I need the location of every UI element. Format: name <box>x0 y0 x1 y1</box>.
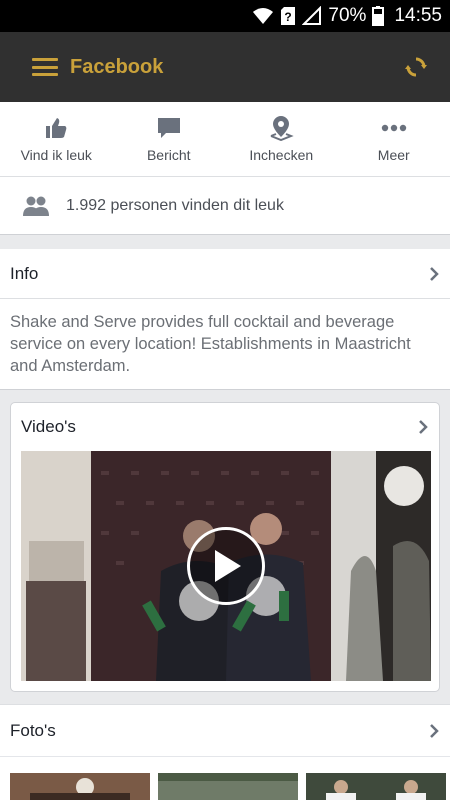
photo-thumbnail[interactable] <box>306 773 446 800</box>
videos-card: Video's <box>10 402 440 692</box>
videos-title: Video's <box>21 417 76 436</box>
photo-thumbnail[interactable] <box>10 773 150 800</box>
people-icon <box>22 195 50 217</box>
battery-icon <box>372 6 385 26</box>
photos-strip <box>0 756 450 800</box>
photos-title: Foto's <box>10 720 56 740</box>
like-button-label: Vind ik leuk <box>20 147 92 163</box>
photos-section-header[interactable]: Foto's <box>0 704 450 756</box>
thumbs-up-icon <box>44 115 68 141</box>
checkin-button-label: Inchecken <box>249 147 314 163</box>
more-dots-icon <box>381 115 407 141</box>
likes-count-text: 1.992 personen vinden dit leuk <box>66 196 284 214</box>
play-icon <box>215 550 241 582</box>
signal-icon <box>302 6 322 25</box>
info-section-header[interactable]: Info <box>0 249 450 299</box>
more-button-label: Meer <box>377 147 410 163</box>
section-spacer <box>0 235 450 249</box>
refresh-icon[interactable] <box>404 55 428 79</box>
chevron-right-icon <box>430 723 439 738</box>
message-button-label: Bericht <box>146 147 191 163</box>
photo-thumbnail[interactable] <box>158 773 298 800</box>
likes-count-row[interactable]: 1.992 personen vinden dit leuk <box>0 177 450 235</box>
clock: 14:55 <box>394 5 442 26</box>
videos-section: Video's <box>0 390 450 704</box>
location-pin-icon <box>268 115 294 141</box>
video-thumbnail[interactable] <box>21 451 431 681</box>
svg-text:?: ? <box>285 10 292 24</box>
play-button[interactable] <box>187 527 265 605</box>
chevron-right-icon <box>430 266 439 281</box>
message-button[interactable]: Bericht <box>113 102 226 176</box>
sim-card-icon: ? <box>281 7 296 25</box>
more-button[interactable]: Meer <box>338 102 450 176</box>
hamburger-menu-icon[interactable] <box>32 58 58 76</box>
status-bar: ? 70% 14:55 <box>0 0 450 32</box>
wifi-icon <box>253 8 274 24</box>
checkin-button[interactable]: Inchecken <box>225 102 338 176</box>
info-description: Shake and Serve provides full cocktail a… <box>0 299 450 390</box>
page-actions-bar: Vind ik leuk Bericht Inchecken Meer <box>0 102 450 177</box>
videos-section-header[interactable]: Video's <box>21 403 429 451</box>
battery-percentage: 70% <box>328 5 367 26</box>
app-bar: Facebook <box>0 32 450 102</box>
app-title: Facebook <box>70 55 164 78</box>
chevron-right-icon <box>419 420 428 434</box>
like-button[interactable]: Vind ik leuk <box>0 102 113 176</box>
message-icon <box>157 115 181 141</box>
info-title: Info <box>10 263 39 283</box>
